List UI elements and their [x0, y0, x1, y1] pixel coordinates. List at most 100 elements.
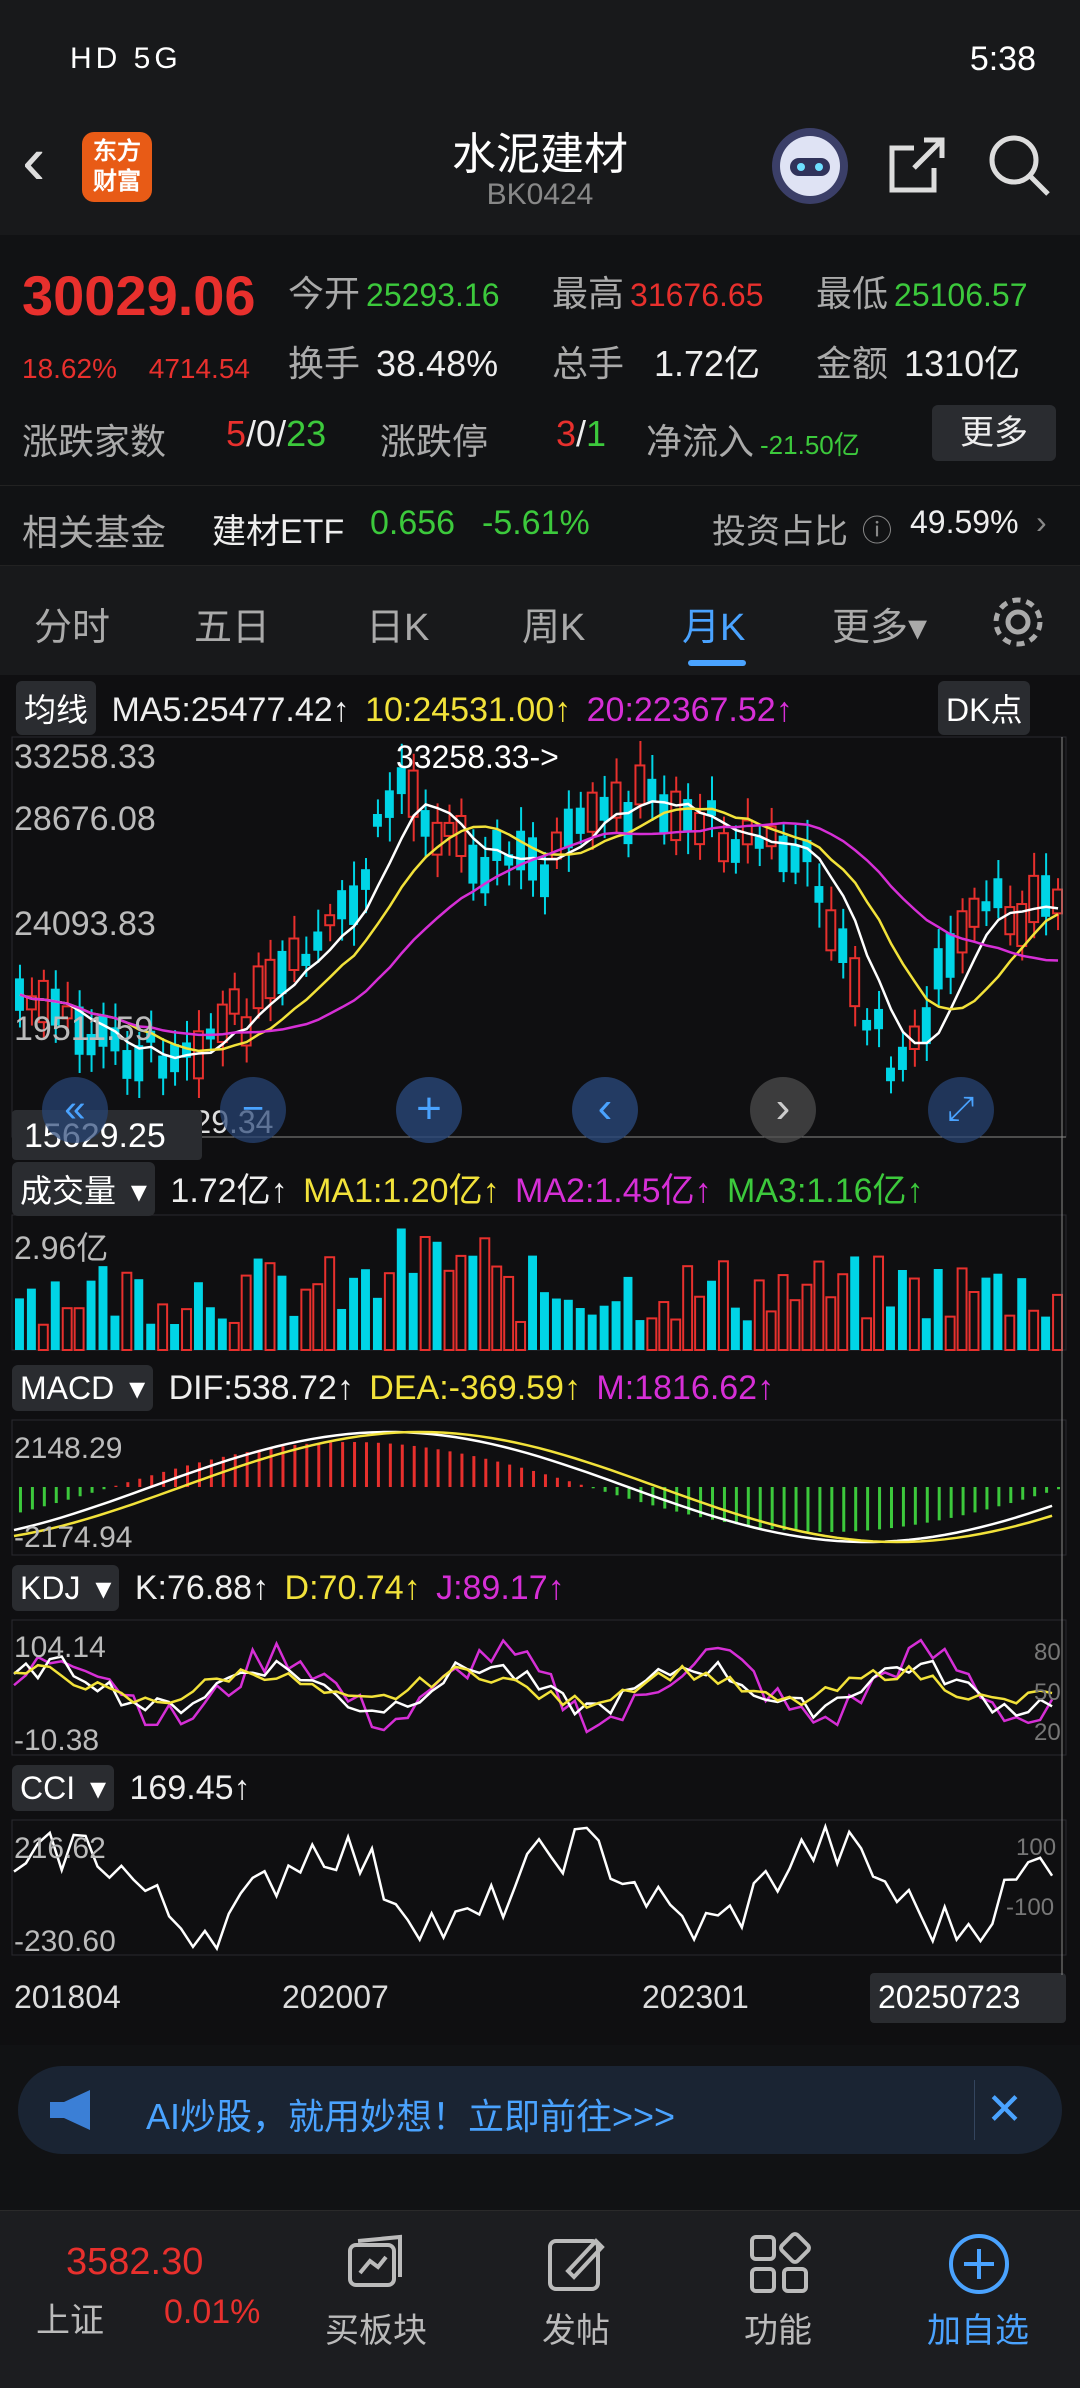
volume-bar — [491, 1265, 503, 1352]
candle-body — [349, 885, 359, 925]
macd-bar — [818, 1487, 822, 1532]
more-button[interactable]: 更多 — [932, 405, 1056, 461]
volume-bar — [134, 1279, 144, 1350]
price-axis-4: 19511.59 — [14, 1010, 153, 1048]
add-watchlist-label[interactable]: 加自选 — [908, 2303, 1048, 2352]
date-1: 201804 — [14, 1979, 121, 2015]
limit-label: 涨跌停 — [380, 421, 489, 462]
date-3: 202301 — [642, 1979, 749, 2015]
macd-selector[interactable]: MACD ▾ — [12, 1365, 154, 1411]
status-left-icons: HD 5G — [70, 42, 182, 75]
candle-body — [301, 953, 311, 966]
candle-body — [480, 856, 490, 894]
candle-body — [264, 958, 276, 1000]
post-icon[interactable] — [544, 2231, 610, 2297]
settings-gear-icon[interactable] — [990, 594, 1046, 650]
volume-bar — [37, 1323, 49, 1352]
macd-dea: DEA:-369.59↑ — [369, 1369, 581, 1407]
volume-bar — [503, 1275, 515, 1351]
buy-sector-icon[interactable] — [342, 2231, 408, 2297]
volume-bar — [658, 1301, 670, 1352]
macd-bar — [436, 1449, 440, 1487]
expand-icon[interactable]: ⤢ — [928, 1077, 994, 1143]
volume-bar — [730, 1307, 740, 1350]
candle-body — [468, 844, 478, 884]
prev-icon[interactable]: ‹ — [572, 1077, 638, 1143]
volume-bar — [921, 1318, 931, 1350]
zoom-in-icon[interactable]: + — [396, 1077, 462, 1143]
candle-body — [825, 909, 837, 952]
ma5-line — [19, 800, 1059, 1060]
volume-bar — [599, 1305, 609, 1350]
kline-chart-area[interactable]: 均线 MA5:25477.42↑ 10:24531.00↑ 20:22367.5… — [0, 675, 1080, 2045]
candle-body — [158, 1055, 168, 1079]
volume-bar — [886, 1306, 895, 1350]
zoom-out-icon[interactable]: − — [220, 1077, 286, 1143]
active-tab-indicator — [688, 660, 746, 666]
macd-bar — [615, 1487, 619, 1496]
help-icon[interactable]: ⓘ — [862, 506, 892, 550]
macd-bar — [1009, 1487, 1013, 1504]
kdj-selector[interactable]: KDJ ▾ — [12, 1565, 120, 1611]
functions-label[interactable]: 功能 — [708, 2303, 848, 2352]
related-fund-row[interactable]: 相关基金 建材ETF 0.656 -5.61% 投资占比 ⓘ 49.59% › — [0, 485, 1080, 565]
candle-body — [838, 928, 848, 963]
candle-body — [252, 965, 264, 1010]
vol-ma2: MA2:1.45亿↑ — [515, 1172, 712, 1210]
volume-bar — [1028, 1309, 1040, 1352]
volume-bar — [228, 1321, 240, 1352]
candle-body — [730, 839, 740, 863]
post-label[interactable]: 发帖 — [506, 2303, 646, 2352]
close-icon[interactable]: ✕ — [974, 2080, 1034, 2140]
volume-bar — [479, 1237, 491, 1352]
candle-body — [956, 910, 968, 954]
ai-promo-bar[interactable]: AI炒股，就用妙想！立即前往>>> ✕ — [18, 2066, 1062, 2154]
kdj-j: J:89.17↑ — [436, 1569, 565, 1607]
scroll-left-double-icon[interactable]: « — [42, 1077, 108, 1143]
add-watchlist-icon[interactable] — [946, 2231, 1012, 2297]
amount-item: 金额 1310亿 — [816, 343, 1021, 384]
tab-weekly-k[interactable]: 周K — [522, 596, 585, 651]
macd-bar — [866, 1487, 870, 1531]
candle-body — [337, 890, 347, 920]
macd-bar — [591, 1487, 595, 1489]
macd-bar — [520, 1467, 524, 1487]
buy-sector-label[interactable]: 买板块 — [306, 2303, 446, 2352]
volume-bar — [789, 1299, 801, 1352]
kdj-group — [13, 1638, 1054, 1734]
macd-axis-top: 2148.29 — [14, 1432, 122, 1465]
max-price-marker: 33258.33-> — [396, 739, 559, 775]
volume-bar — [861, 1317, 873, 1352]
search-icon[interactable] — [986, 132, 1052, 198]
limit-count: 3/1 — [556, 413, 607, 454]
volume-bar — [264, 1262, 276, 1351]
macd-bar — [376, 1442, 380, 1487]
volume-selector[interactable]: 成交量 ▾ — [12, 1162, 155, 1216]
functions-icon[interactable] — [746, 2231, 812, 2297]
candle-body — [993, 878, 1003, 909]
volume-bar — [968, 1291, 980, 1351]
updown-label: 涨跌家数 — [22, 421, 167, 462]
next-icon[interactable]: › — [750, 1077, 816, 1143]
assistant-robot-icon[interactable] — [772, 128, 848, 204]
volume-bar — [193, 1282, 203, 1350]
volume-bar — [217, 1318, 227, 1350]
macd-bar — [54, 1487, 58, 1504]
macd-legend: MACD ▾ DIF:538.72↑ DEA:-369.59↑ M:1816.6… — [0, 1365, 1080, 1415]
tab-intraday[interactable]: 分时 — [34, 596, 110, 651]
candle-body — [492, 829, 502, 861]
cci-selector[interactable]: CCI ▾ — [12, 1765, 115, 1811]
tab-monthly-k[interactable]: 月K — [682, 596, 745, 651]
tab-more[interactable]: 更多▾ — [832, 596, 927, 651]
candle-body — [407, 769, 419, 818]
tab-five-day[interactable]: 五日 — [194, 596, 270, 651]
macd-bar — [842, 1487, 846, 1532]
macd-bar — [555, 1477, 559, 1487]
volume-bar — [372, 1297, 382, 1350]
volume-bar — [765, 1310, 777, 1351]
share-icon[interactable] — [884, 132, 950, 198]
kdj-axis-bot: -10.38 — [14, 1724, 99, 1757]
tab-daily-k[interactable]: 日K — [366, 596, 429, 651]
volume-bar — [707, 1280, 716, 1350]
volume-bar — [121, 1271, 133, 1352]
